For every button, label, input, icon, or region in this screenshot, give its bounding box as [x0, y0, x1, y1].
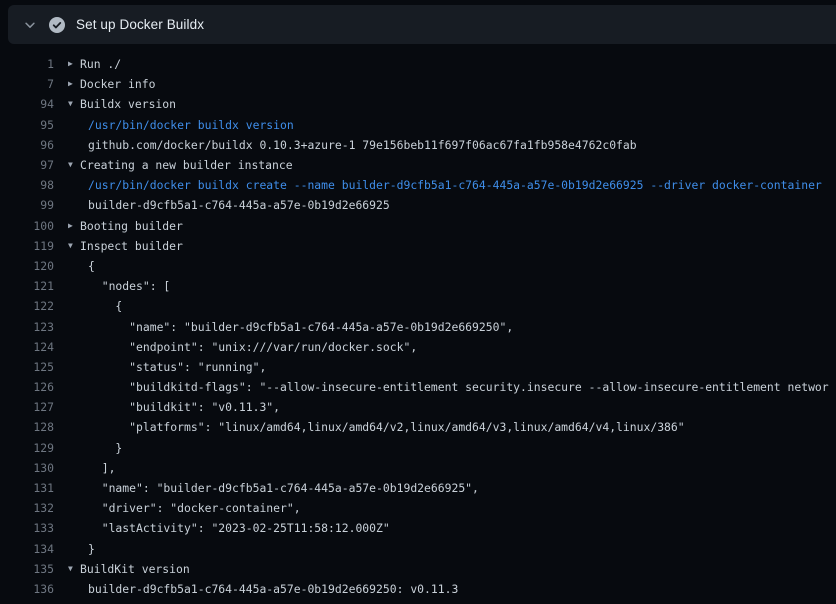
line-number[interactable]: 98: [0, 178, 54, 192]
line-number[interactable]: 1: [0, 57, 54, 71]
log-group-expanded[interactable]: 135 ▼BuildKit version: [0, 559, 836, 579]
line-number[interactable]: 134: [0, 542, 54, 556]
output-text: {: [68, 259, 95, 273]
line-number[interactable]: 133: [0, 521, 54, 535]
group-title: Run ./: [80, 57, 121, 71]
group-title: BuildKit version: [80, 562, 190, 576]
output-text: {: [68, 299, 122, 313]
log-group-expanded[interactable]: 119 ▼Inspect builder: [0, 236, 836, 256]
log-group-expanded[interactable]: 94 ▼Buildx version: [0, 94, 836, 114]
output-text: "nodes": [: [68, 279, 170, 293]
line-number[interactable]: 96: [0, 138, 54, 152]
line-number[interactable]: 121: [0, 279, 54, 293]
line-number[interactable]: 125: [0, 360, 54, 374]
line-number[interactable]: 127: [0, 400, 54, 414]
line-number[interactable]: 7: [0, 77, 54, 91]
line-number[interactable]: 128: [0, 420, 54, 434]
log-line: 98/usr/bin/docker buildx create --name b…: [0, 175, 836, 195]
line-number[interactable]: 135: [0, 562, 54, 576]
command-text: /usr/bin/docker buildx version: [68, 118, 294, 132]
log-area: 1▶Run ./7▶Docker info94▼Buildx version95…: [0, 48, 836, 604]
output-text: "status": "running",: [68, 360, 266, 374]
output-text: "driver": "docker-container",: [68, 501, 301, 515]
log-group-collapsed[interactable]: 7 ▶Docker info: [0, 74, 836, 94]
output-text: builder-d9cfb5a1-c764-445a-a57e-0b19d2e6…: [68, 582, 458, 596]
triangle-down-icon: ▼: [68, 100, 80, 108]
log-line: 126 "buildkitd-flags": "--allow-insecure…: [0, 377, 836, 397]
log-line: 121 "nodes": [: [0, 276, 836, 296]
log-group-collapsed[interactable]: 100 ▶Booting builder: [0, 216, 836, 236]
output-text: builder-d9cfb5a1-c764-445a-a57e-0b19d2e6…: [68, 198, 390, 212]
line-number[interactable]: 136: [0, 582, 54, 596]
line-number[interactable]: 100: [0, 219, 54, 233]
output-text: "buildkitd-flags": "--allow-insecure-ent…: [68, 380, 829, 394]
command-text: /usr/bin/docker buildx create --name bui…: [68, 178, 822, 192]
log-line: 132 "driver": "docker-container",: [0, 498, 836, 518]
log-line: 125 "status": "running",: [0, 357, 836, 377]
output-text: }: [68, 441, 122, 455]
log-line: 120 {: [0, 256, 836, 276]
log-group-collapsed[interactable]: 1 ▶Run ./: [0, 54, 836, 74]
line-number[interactable]: 122: [0, 299, 54, 313]
output-text: ],: [68, 461, 115, 475]
line-number[interactable]: 95: [0, 118, 54, 132]
log-line: 129 }: [0, 438, 836, 458]
log-line: 124 "endpoint": "unix:///var/run/docker.…: [0, 337, 836, 357]
log-line: 133 "lastActivity": "2023-02-25T11:58:12…: [0, 518, 836, 538]
log-line: 130 ],: [0, 458, 836, 478]
group-title: Docker info: [80, 77, 155, 91]
group-title: Buildx version: [80, 97, 176, 111]
line-number[interactable]: 97: [0, 158, 54, 172]
log-line: 123 "name": "builder-d9cfb5a1-c764-445a-…: [0, 316, 836, 336]
line-number[interactable]: 119: [0, 239, 54, 253]
log-line: 122 {: [0, 296, 836, 316]
chevron-down-icon[interactable]: [22, 17, 38, 33]
group-title: Inspect builder: [80, 239, 183, 253]
output-text: "endpoint": "unix:///var/run/docker.sock…: [68, 340, 417, 354]
line-number[interactable]: 99: [0, 198, 54, 212]
line-number[interactable]: 132: [0, 501, 54, 515]
triangle-right-icon: ▶: [68, 60, 80, 68]
output-text: "lastActivity": "2023-02-25T11:58:12.000…: [68, 521, 390, 535]
step-title: Set up Docker Buildx: [76, 17, 204, 32]
step-header[interactable]: Set up Docker Buildx: [8, 5, 836, 44]
log-line: 136 builder-d9cfb5a1-c764-445a-a57e-0b19d…: [0, 579, 836, 599]
line-number[interactable]: 120: [0, 259, 54, 273]
log-line: 95/usr/bin/docker buildx version: [0, 115, 836, 135]
log-group-expanded[interactable]: 97 ▼Creating a new builder instance: [0, 155, 836, 175]
log-line: 134}: [0, 539, 836, 559]
triangle-right-icon: ▶: [68, 222, 80, 230]
log-line: 127 "buildkit": "v0.11.3",: [0, 397, 836, 417]
line-number[interactable]: 94: [0, 97, 54, 111]
line-number[interactable]: 126: [0, 380, 54, 394]
output-text: }: [68, 542, 95, 556]
line-number[interactable]: 130: [0, 461, 54, 475]
group-title: Booting builder: [80, 219, 183, 233]
output-text: "buildkit": "v0.11.3",: [68, 400, 280, 414]
triangle-down-icon: ▼: [68, 242, 80, 250]
group-title: Creating a new builder instance: [80, 158, 293, 172]
log-line: 131 "name": "builder-d9cfb5a1-c764-445a-…: [0, 478, 836, 498]
log-line: 99 builder-d9cfb5a1-c764-445a-a57e-0b19d2…: [0, 195, 836, 215]
output-text: "name": "builder-d9cfb5a1-c764-445a-a57e…: [68, 481, 479, 495]
triangle-down-icon: ▼: [68, 161, 80, 169]
line-number[interactable]: 131: [0, 481, 54, 495]
check-circle-icon: [49, 17, 65, 33]
output-text: github.com/docker/buildx 0.10.3+azure-1 …: [68, 138, 637, 152]
triangle-right-icon: ▶: [68, 80, 80, 88]
output-text: "platforms": "linux/amd64,linux/amd64/v2…: [68, 420, 685, 434]
log-line: 128 "platforms": "linux/amd64,linux/amd6…: [0, 417, 836, 437]
line-number[interactable]: 123: [0, 320, 54, 334]
line-number[interactable]: 129: [0, 441, 54, 455]
log-line: 96 github.com/docker/buildx 0.10.3+azure-…: [0, 135, 836, 155]
triangle-down-icon: ▼: [68, 565, 80, 573]
line-number[interactable]: 124: [0, 340, 54, 354]
output-text: "name": "builder-d9cfb5a1-c764-445a-a57e…: [68, 320, 513, 334]
